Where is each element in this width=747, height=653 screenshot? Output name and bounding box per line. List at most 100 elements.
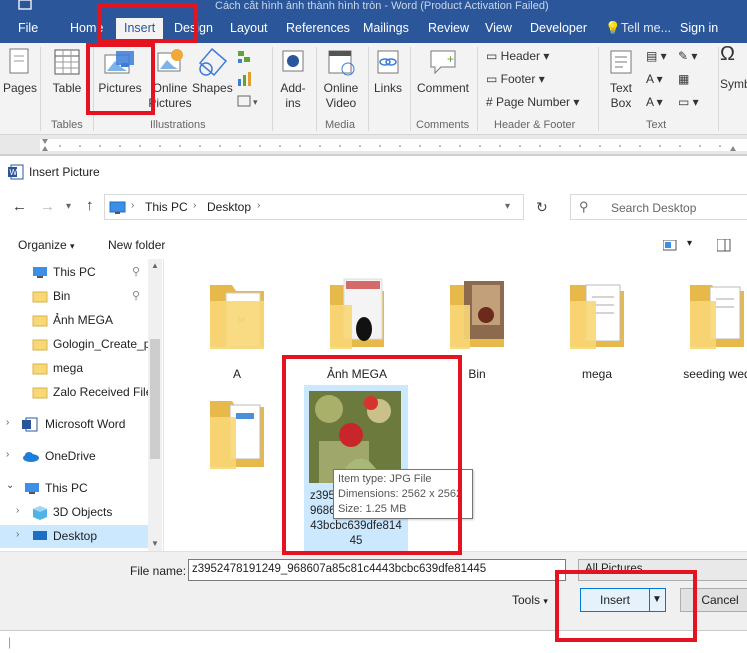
tab-file[interactable]: File — [18, 21, 38, 35]
table-icon — [54, 49, 80, 75]
expand-chevron-icon[interactable]: › — [6, 449, 9, 460]
3d-objects-icon — [33, 506, 47, 520]
nav-item-bin[interactable]: Bin ⚲ — [0, 285, 148, 308]
dialog-nav-bar: ← → ▾ ↑ › This PC › Desktop › ▾ ↻ ⚲ Sear… — [0, 191, 747, 225]
search-input[interactable]: Search Desktop — [611, 201, 696, 215]
scroll-up-icon[interactable]: ▲ — [151, 261, 159, 270]
organize-dropdown-icon: ▾ — [70, 241, 75, 251]
page-number-button[interactable]: # Page Number ▾ — [486, 95, 579, 109]
comment-label: Comment — [416, 81, 469, 95]
folder-item-mega[interactable]: mega — [537, 271, 657, 381]
this-pc-icon — [109, 201, 126, 214]
shapes-label: Shapes — [192, 81, 233, 95]
nav-item-this-pc-quick[interactable]: This PC ⚲ — [0, 261, 148, 284]
nav-item-zalo[interactable]: Zalo Received File — [0, 381, 148, 404]
sign-in-link[interactable]: Sign in — [680, 21, 718, 35]
back-arrow-icon[interactable]: ← — [12, 198, 27, 215]
online-video-button[interactable]: Online Video — [318, 47, 364, 111]
group-header-footer: Header & Footer — [494, 119, 576, 131]
tab-layout[interactable]: Layout — [230, 21, 268, 35]
view-options-dropdown-icon[interactable]: ▾ — [687, 238, 692, 249]
collapse-chevron-icon[interactable]: ⌄ — [6, 480, 14, 491]
folder-icon — [32, 339, 48, 351]
separator — [40, 47, 41, 131]
nav-item-this-pc[interactable]: ⌄ This PC — [0, 477, 148, 500]
change-view-icon[interactable] — [663, 240, 677, 251]
refresh-icon[interactable]: ↻ — [536, 199, 548, 216]
nav-item-desktop[interactable]: › Desktop — [0, 525, 148, 548]
screenshot-icon[interactable]: ▾ — [236, 93, 264, 109]
add-ins-button[interactable]: Add- ins — [274, 47, 312, 111]
breadcrumb-desktop[interactable]: Desktop — [207, 200, 251, 214]
highlight-insert-button — [555, 570, 697, 642]
quick-parts-button[interactable]: ▤ ▾ — [646, 49, 667, 63]
nav-pane-scrollbar[interactable]: ▲ ▼ — [148, 259, 162, 551]
folder-item-seeding-wed[interactable]: seeding wed — [657, 271, 747, 381]
word-logo-icon: W — [8, 164, 24, 180]
search-box[interactable]: ⚲ Search Desktop — [570, 194, 747, 220]
header-label: Header — [500, 49, 541, 63]
new-folder-button[interactable]: New folder — [108, 238, 165, 252]
pages-button[interactable]: Pages — [3, 47, 37, 96]
highlight-pictures-button — [86, 43, 155, 115]
pin-icon[interactable]: ⚲ — [132, 289, 140, 302]
links-icon — [377, 50, 399, 74]
organize-button[interactable]: Organize ▾ — [18, 238, 75, 252]
folder-item-tool[interactable]: tool — [177, 391, 297, 631]
tab-view[interactable]: View — [485, 21, 512, 35]
nav-item-3d-objects[interactable]: › 3D Objects — [0, 501, 148, 524]
address-bar[interactable]: › This PC › Desktop › ▾ — [104, 194, 524, 220]
header-button[interactable]: ▭ Header ▾ — [486, 49, 549, 63]
save-icon[interactable] — [18, 0, 32, 10]
expand-chevron-icon[interactable]: › — [6, 417, 9, 428]
lightbulb-icon: 💡 — [605, 21, 621, 35]
nav-item-microsoft-word[interactable]: › Microsoft Word — [0, 413, 148, 436]
symbols-button[interactable]: Ω Symb — [720, 43, 747, 92]
comment-button[interactable]: + Comment — [413, 47, 473, 96]
tell-me-box[interactable]: Tell me... — [621, 21, 671, 35]
footer-button[interactable]: ▭ Footer ▾ — [486, 72, 545, 86]
preview-pane-icon[interactable] — [717, 239, 731, 252]
address-dropdown-icon[interactable]: ▾ — [505, 201, 510, 212]
file-name-input[interactable]: z3952478191249_968607a85c81c4443bcbc639d… — [188, 559, 566, 581]
folder-item-a[interactable]: M A — [177, 271, 297, 381]
shapes-icon — [198, 47, 228, 77]
scroll-down-icon[interactable]: ▼ — [151, 539, 159, 548]
highlight-selected-image — [282, 355, 462, 555]
nav-label: Gologin_Create_p — [53, 337, 148, 351]
nav-item-gologin[interactable]: Gologin_Create_p — [0, 333, 148, 356]
drop-cap-button[interactable]: A ▾ — [646, 95, 663, 109]
nav-item-onedrive[interactable]: › OneDrive — [0, 445, 148, 468]
text-box-button[interactable]: Text Box — [601, 47, 641, 111]
tab-mailings[interactable]: Mailings — [363, 21, 409, 35]
ruler-ticks — [40, 139, 747, 151]
breadcrumb-chevron-icon: › — [257, 200, 261, 211]
tab-developer[interactable]: Developer — [530, 21, 587, 35]
nav-item-mega[interactable]: mega — [0, 357, 148, 380]
up-arrow-icon[interactable]: ↑ — [86, 197, 94, 214]
date-time-button[interactable]: ▦ — [678, 72, 689, 86]
recent-locations-icon[interactable]: ▾ — [66, 201, 71, 212]
tools-button[interactable]: Tools ▾ — [512, 593, 548, 607]
expand-chevron-icon[interactable]: › — [16, 529, 19, 540]
links-button[interactable]: Links — [370, 47, 406, 96]
tab-review[interactable]: Review — [428, 21, 469, 35]
omega-icon: Ω — [720, 43, 735, 65]
signature-line-button[interactable]: ✎ ▾ — [678, 49, 697, 63]
pin-icon[interactable]: ⚲ — [132, 265, 140, 278]
nav-label: Ảnh MEGA — [53, 313, 114, 327]
folder-icon — [570, 284, 624, 349]
smartart-icon[interactable] — [236, 49, 252, 65]
breadcrumb-this-pc[interactable]: This PC — [145, 200, 188, 214]
table-button[interactable]: Table — [46, 47, 88, 96]
folder-icon — [330, 278, 384, 349]
nav-item-anh-mega[interactable]: Ảnh MEGA — [0, 309, 148, 332]
forward-arrow-icon[interactable]: → — [40, 198, 55, 215]
scroll-thumb[interactable] — [150, 339, 160, 459]
tab-references[interactable]: References — [286, 21, 350, 35]
wordart-button[interactable]: A ▾ — [646, 72, 663, 86]
expand-chevron-icon[interactable]: › — [16, 505, 19, 516]
chart-icon[interactable] — [236, 71, 252, 87]
shapes-button[interactable]: Shapes — [192, 47, 233, 96]
object-button[interactable]: ▭ ▾ — [678, 95, 699, 109]
